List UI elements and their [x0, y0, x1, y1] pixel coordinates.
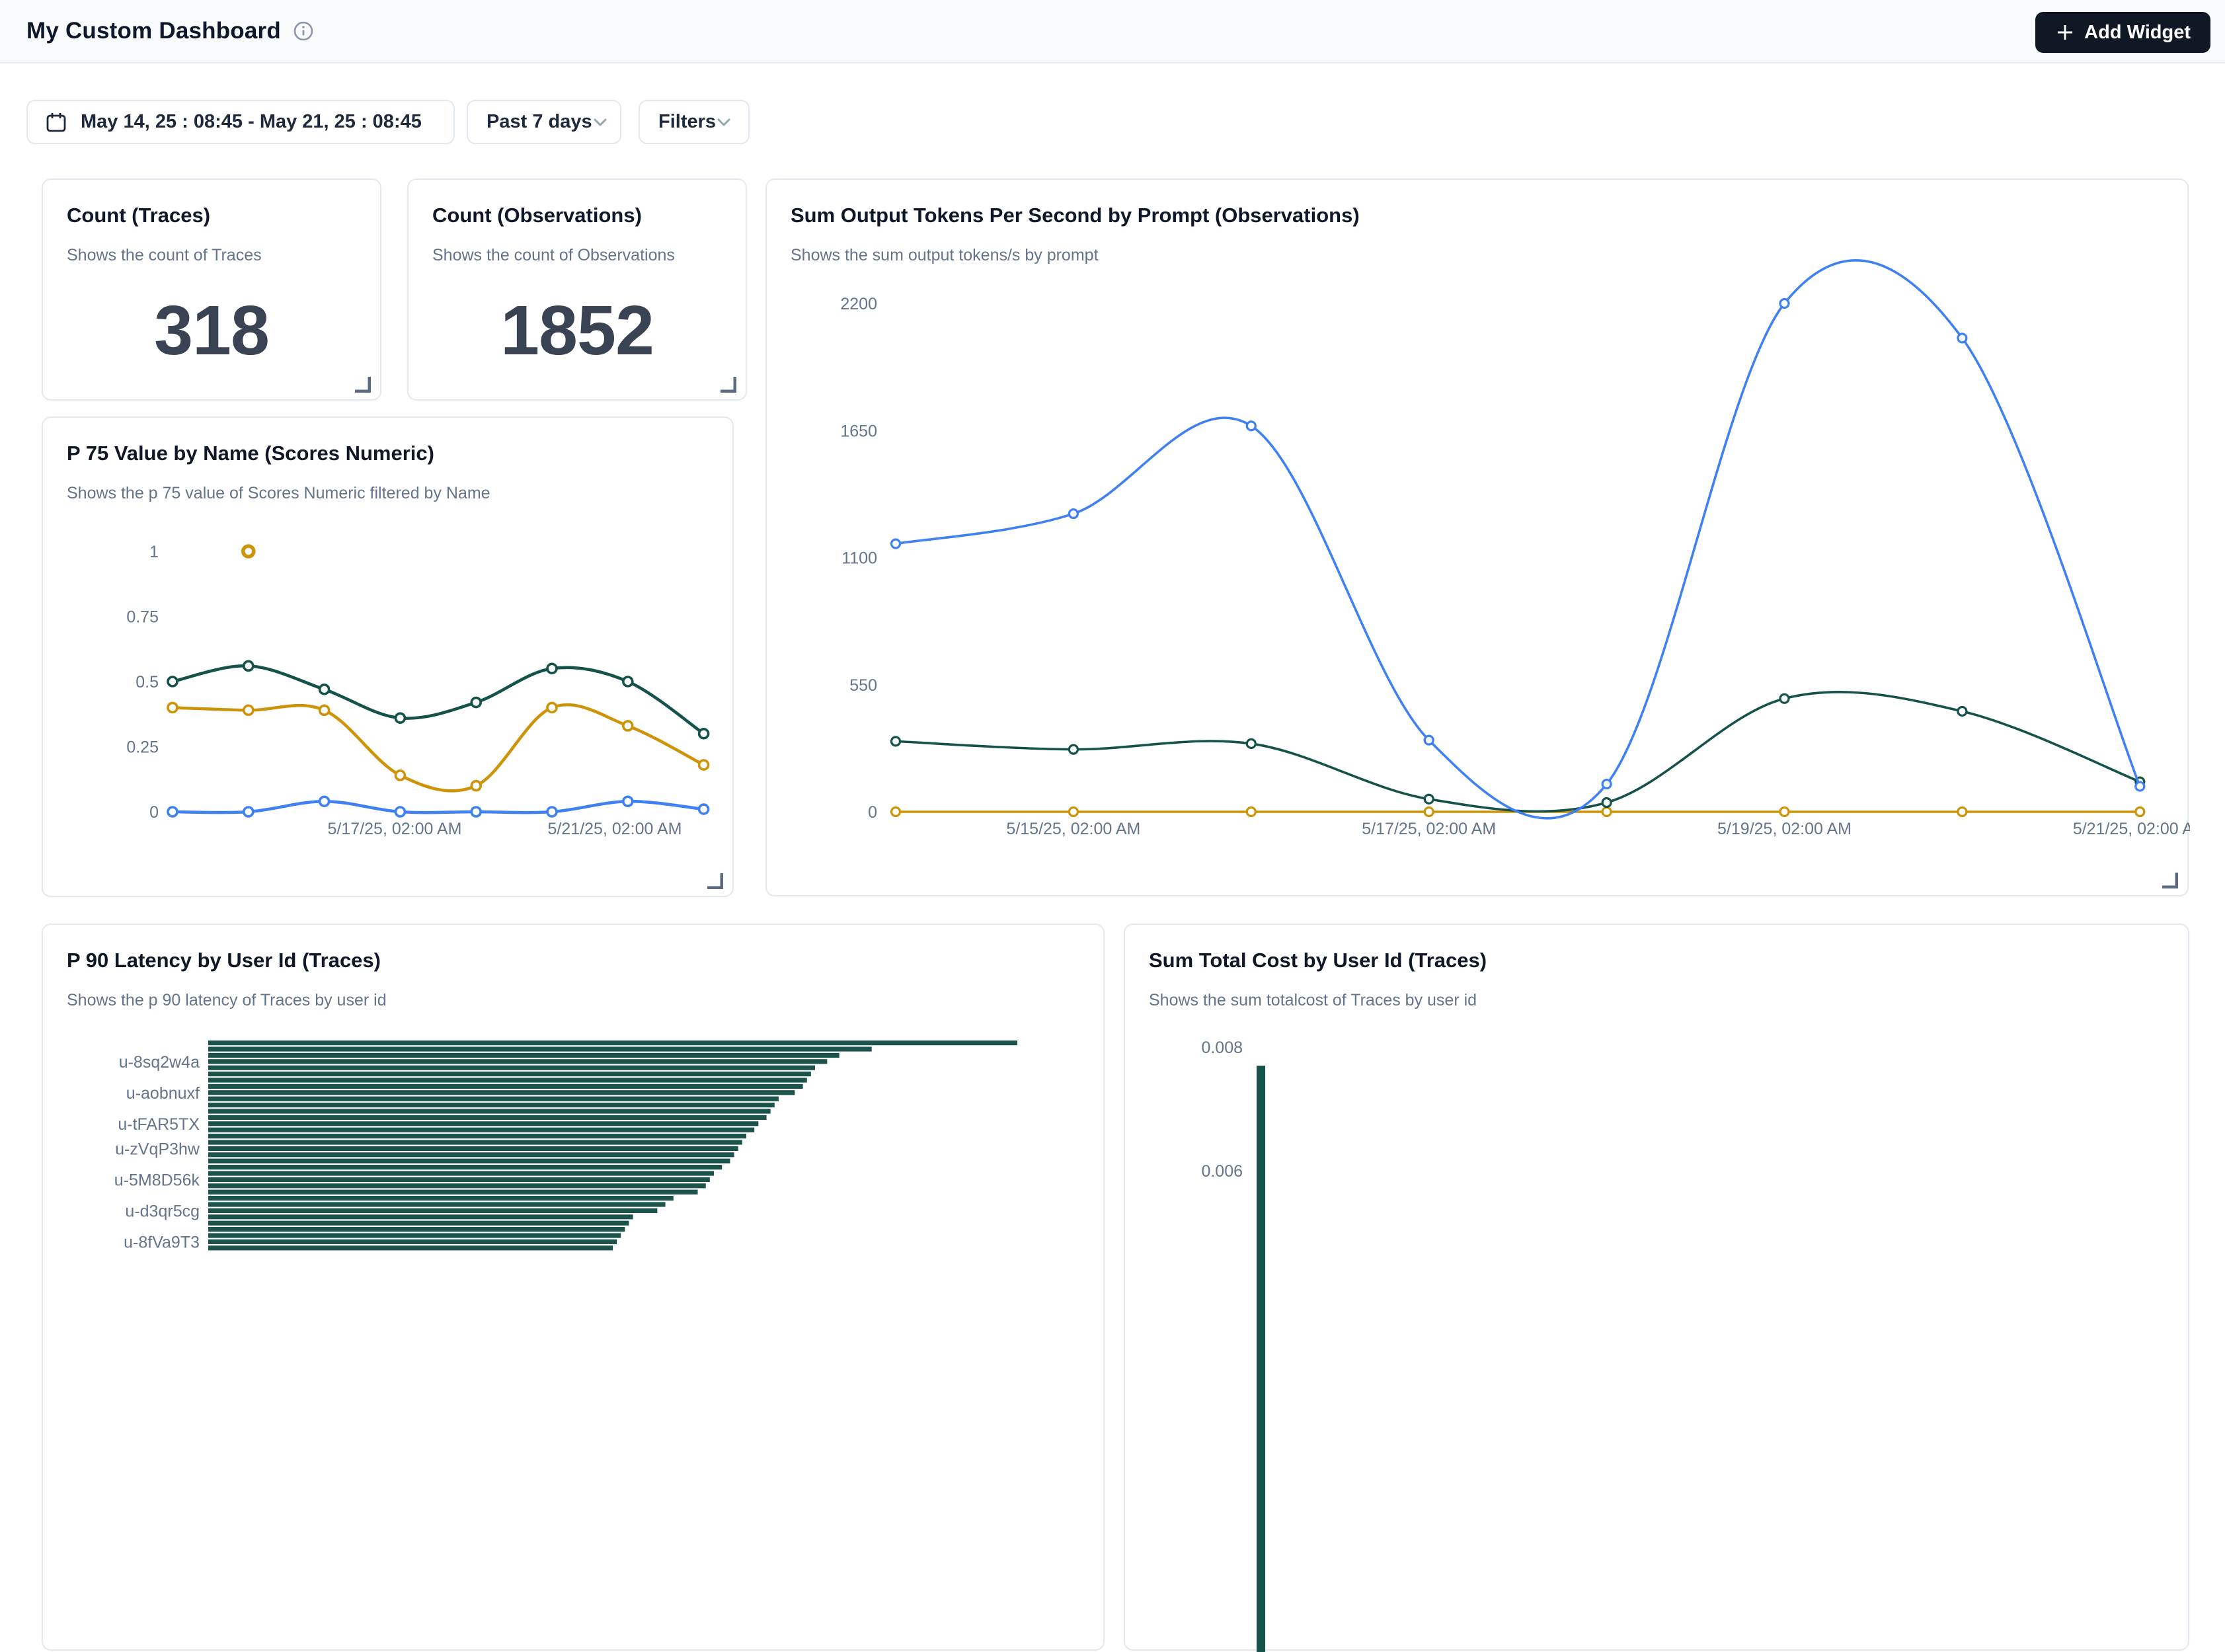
svg-text:1650: 1650: [840, 422, 877, 440]
svg-text:0: 0: [868, 803, 877, 822]
metric-value: 1852: [409, 291, 746, 371]
plus-icon: [2055, 22, 2075, 42]
add-widget-button[interactable]: Add Widget: [2035, 12, 2210, 53]
svg-text:550: 550: [849, 676, 877, 695]
page-header: My Custom Dashboard Add Widget: [0, 0, 2225, 63]
resize-handle-icon[interactable]: [2161, 871, 2178, 888]
svg-text:u-aobnuxf: u-aobnuxf: [126, 1084, 200, 1103]
filters-dropdown[interactable]: Filters: [639, 100, 750, 144]
svg-text:u-tFAR5TX: u-tFAR5TX: [118, 1115, 200, 1134]
svg-text:5/17/25, 02:00 AM: 5/17/25, 02:00 AM: [1362, 820, 1496, 838]
svg-text:1100: 1100: [841, 549, 877, 568]
resize-handle-icon[interactable]: [719, 375, 736, 393]
svg-text:0.008: 0.008: [1201, 1039, 1243, 1057]
add-widget-label: Add Widget: [2084, 22, 2191, 44]
svg-text:5/21/25, 02:00 AM: 5/21/25, 02:00 AM: [548, 820, 682, 838]
chevron-down-icon: [592, 117, 608, 128]
svg-text:u-5M8D56k: u-5M8D56k: [114, 1171, 200, 1189]
date-range-value: May 14, 25 : 08:45 - May 21, 25 : 08:45: [81, 111, 422, 133]
resize-handle-icon[interactable]: [354, 375, 371, 393]
card-sum-output-tokens: Sum Output Tokens Per Second by Prompt (…: [765, 178, 2189, 896]
card-p90-latency: P 90 Latency by User Id (Traces) Shows t…: [42, 924, 1105, 1651]
svg-text:0.5: 0.5: [136, 673, 159, 691]
bar-chart-total-cost[interactable]: 0.008 0.006: [1125, 925, 2191, 1652]
card-count-traces: Count (Traces) Shows the count of Traces…: [42, 178, 381, 401]
date-range-picker[interactable]: May 14, 25 : 08:45 - May 21, 25 : 08:45: [26, 100, 455, 144]
info-icon[interactable]: [293, 20, 314, 42]
svg-text:0.006: 0.006: [1201, 1162, 1243, 1181]
svg-text:5/15/25, 02:00 AM: 5/15/25, 02:00 AM: [1006, 820, 1140, 838]
calendar-icon: [45, 111, 67, 134]
svg-text:u-d3qr5cg: u-d3qr5cg: [125, 1202, 200, 1220]
card-subtitle: Shows the count of Observations: [432, 246, 675, 265]
svg-text:0.25: 0.25: [126, 738, 159, 757]
date-preset-dropdown[interactable]: Past 7 days: [467, 100, 621, 144]
svg-text:2200: 2200: [840, 295, 877, 313]
card-title: Count (Observations): [432, 204, 642, 227]
chevron-down-icon: [716, 117, 732, 128]
svg-text:u-8fVa9T3: u-8fVa9T3: [124, 1233, 200, 1251]
line-chart-p75[interactable]: 0 0.25 0.5 0.75 1 5/17/25, 02:00 AM 5/21/25, 0…: [43, 418, 735, 898]
resize-handle-icon[interactable]: [706, 872, 723, 889]
filters-label: Filters: [658, 111, 716, 133]
svg-text:5/21/25, 02:00 AM: 5/21/25, 02:00 AM: [2073, 820, 2190, 838]
svg-text:1: 1: [149, 543, 159, 561]
card-subtitle: Shows the count of Traces: [67, 246, 262, 265]
line-chart-output-tokens[interactable]: 0 550 1100 1650 2200 5/15/25, 02:00 AM 5/17/25…: [767, 180, 2190, 898]
card-count-observations: Count (Observations) Shows the count of …: [407, 178, 747, 401]
bar-chart-p90-latency[interactable]: u-8sq2w4a u-aobnuxf u-tFAR5TX u-zVqP3hw u-5M…: [43, 925, 1106, 1652]
page-title: My Custom Dashboard: [26, 18, 281, 44]
card-sum-total-cost: Sum Total Cost by User Id (Traces) Shows…: [1124, 924, 2189, 1651]
svg-text:0: 0: [149, 803, 159, 822]
card-title: Count (Traces): [67, 204, 210, 227]
svg-text:5/17/25, 02:00 AM: 5/17/25, 02:00 AM: [328, 820, 462, 838]
svg-text:0.75: 0.75: [126, 608, 159, 627]
svg-text:5/19/25, 02:00 AM: 5/19/25, 02:00 AM: [1717, 820, 1852, 838]
date-preset-value: Past 7 days: [487, 111, 592, 133]
svg-text:u-8sq2w4a: u-8sq2w4a: [119, 1053, 200, 1072]
svg-text:u-zVqP3hw: u-zVqP3hw: [115, 1140, 200, 1158]
card-p75-value: P 75 Value by Name (Scores Numeric) Show…: [42, 416, 734, 897]
metric-value: 318: [43, 291, 380, 371]
